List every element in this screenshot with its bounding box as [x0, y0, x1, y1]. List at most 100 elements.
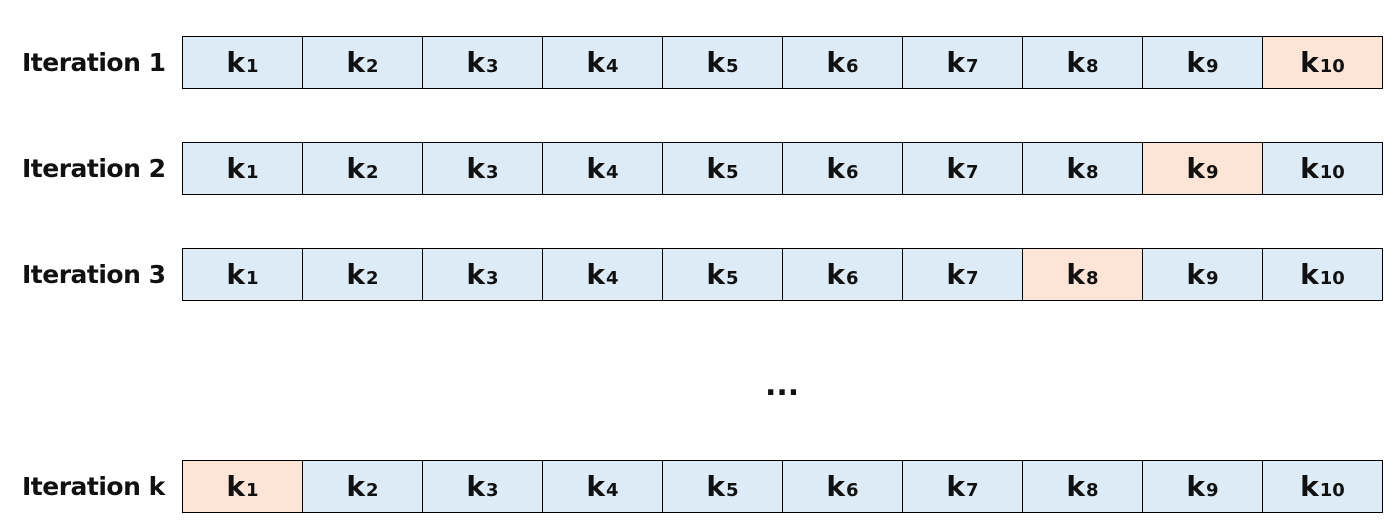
fold-symbol: k	[946, 470, 966, 503]
fold-symbol: k	[826, 152, 846, 185]
iteration-label: Iteration 2	[22, 154, 166, 183]
fold-strip: k 1 k 2 k 3 k 4 k 5 k 6 k 7 k 8 k 9 k 10	[182, 36, 1383, 89]
fold-symbol: k	[466, 46, 486, 79]
fold-symbol: k	[826, 258, 846, 291]
fold-index: 4	[606, 268, 619, 289]
fold-index: 1	[246, 268, 259, 289]
train-fold-cell: k6	[783, 249, 903, 300]
train-fold-cell: k7	[903, 37, 1023, 88]
fold-index: 6	[846, 56, 859, 77]
fold-symbol: k	[1186, 46, 1206, 79]
train-fold-cell: k5	[663, 37, 783, 88]
fold-symbol: k	[1186, 470, 1206, 503]
train-fold-cell: k5	[663, 461, 783, 512]
test-fold-cell: k9	[1143, 143, 1263, 194]
fold-index: 10	[1319, 268, 1345, 289]
fold-index: 7	[966, 268, 979, 289]
fold-symbol: k	[706, 152, 726, 185]
train-fold-cell: k8	[1023, 143, 1143, 194]
fold-symbol: k	[1186, 152, 1206, 185]
fold-index: 6	[846, 268, 859, 289]
fold-symbol: k	[1066, 258, 1086, 291]
fold-index: 1	[246, 162, 259, 183]
fold-index: 3	[486, 56, 499, 77]
fold-symbol: k	[1300, 152, 1319, 185]
fold-strip: k 1 k 2 k 3 k 4 k 5 k 6 k 7 k 8 k 9 k 10	[182, 460, 1383, 513]
train-fold-cell: k8	[1023, 461, 1143, 512]
train-fold-cell: k9	[1143, 249, 1263, 300]
fold-symbol: k	[826, 46, 846, 79]
fold-index: 8	[1086, 56, 1099, 77]
iteration-label: Iteration 1	[22, 48, 166, 77]
fold-symbol: k	[706, 46, 726, 79]
fold-index: 5	[726, 480, 739, 501]
fold-index: 1	[246, 56, 259, 77]
fold-symbol: k	[586, 152, 606, 185]
fold-index: 9	[1206, 162, 1219, 183]
train-fold-cell: k4	[543, 143, 663, 194]
train-fold-cell: k9	[1143, 37, 1263, 88]
fold-symbol: k	[946, 46, 966, 79]
fold-symbol: k	[226, 46, 246, 79]
fold-symbol: k	[1066, 152, 1086, 185]
train-fold-cell: k7	[903, 249, 1023, 300]
iteration-row: Iteration 2 k 1 k 2 k 3 k 4 k 5 k 6 k 7 k 8 k 9 k 10	[0, 142, 1394, 195]
iteration-label: Iteration 3	[22, 260, 166, 289]
fold-index: 2	[366, 56, 379, 77]
fold-symbol: k	[1300, 46, 1319, 79]
fold-symbol: k	[346, 46, 366, 79]
fold-index: 4	[606, 162, 619, 183]
fold-symbol: k	[226, 152, 246, 185]
fold-index: 8	[1086, 268, 1099, 289]
fold-index: 8	[1086, 480, 1099, 501]
train-fold-cell: k6	[783, 37, 903, 88]
test-fold-cell: k1	[183, 461, 303, 512]
fold-symbol: k	[1066, 470, 1086, 503]
train-fold-cell: k9	[1143, 461, 1263, 512]
fold-index: 5	[726, 162, 739, 183]
fold-symbol: k	[946, 258, 966, 291]
fold-index: 3	[486, 480, 499, 501]
fold-symbol: k	[466, 152, 486, 185]
fold-index: 5	[726, 56, 739, 77]
train-fold-cell: k3	[423, 461, 543, 512]
iteration-row: Iteration k k 1 k 2 k 3 k 4 k 5 k 6 k 7 k 8 k 9 k 10	[0, 460, 1394, 513]
iteration-row: Iteration 1 k 1 k 2 k 3 k 4 k 5 k 6 k 7 k 8 k 9 k 10	[0, 36, 1394, 89]
fold-symbol: k	[346, 152, 366, 185]
fold-symbol: k	[586, 470, 606, 503]
fold-index: 10	[1319, 162, 1345, 183]
train-fold-cell: k3	[423, 37, 543, 88]
fold-index: 1	[246, 480, 259, 501]
train-fold-cell: k2	[303, 143, 423, 194]
fold-index: 3	[486, 162, 499, 183]
fold-symbol: k	[226, 258, 246, 291]
fold-index: 7	[966, 56, 979, 77]
train-fold-cell: k8	[1023, 37, 1143, 88]
fold-index: 7	[966, 162, 979, 183]
train-fold-cell: k 10	[1263, 249, 1383, 300]
train-fold-cell: k 10	[1263, 143, 1383, 194]
train-fold-cell: k5	[663, 143, 783, 194]
test-fold-cell: k8	[1023, 249, 1143, 300]
fold-index: 8	[1086, 162, 1099, 183]
fold-index: 9	[1206, 268, 1219, 289]
train-fold-cell: k4	[543, 249, 663, 300]
fold-symbol: k	[346, 258, 366, 291]
fold-index: 10	[1319, 480, 1345, 501]
fold-symbol: k	[226, 470, 246, 503]
train-fold-cell: k1	[183, 143, 303, 194]
fold-symbol: k	[466, 470, 486, 503]
train-fold-cell: k1	[183, 249, 303, 300]
fold-symbol: k	[706, 470, 726, 503]
train-fold-cell: k3	[423, 143, 543, 194]
train-fold-cell: k5	[663, 249, 783, 300]
fold-index: 4	[606, 56, 619, 77]
train-fold-cell: k4	[543, 37, 663, 88]
fold-index: 2	[366, 162, 379, 183]
fold-index: 4	[606, 480, 619, 501]
fold-index: 5	[726, 268, 739, 289]
fold-symbol: k	[466, 258, 486, 291]
fold-symbol: k	[586, 258, 606, 291]
fold-symbol: k	[1186, 258, 1206, 291]
train-fold-cell: k4	[543, 461, 663, 512]
